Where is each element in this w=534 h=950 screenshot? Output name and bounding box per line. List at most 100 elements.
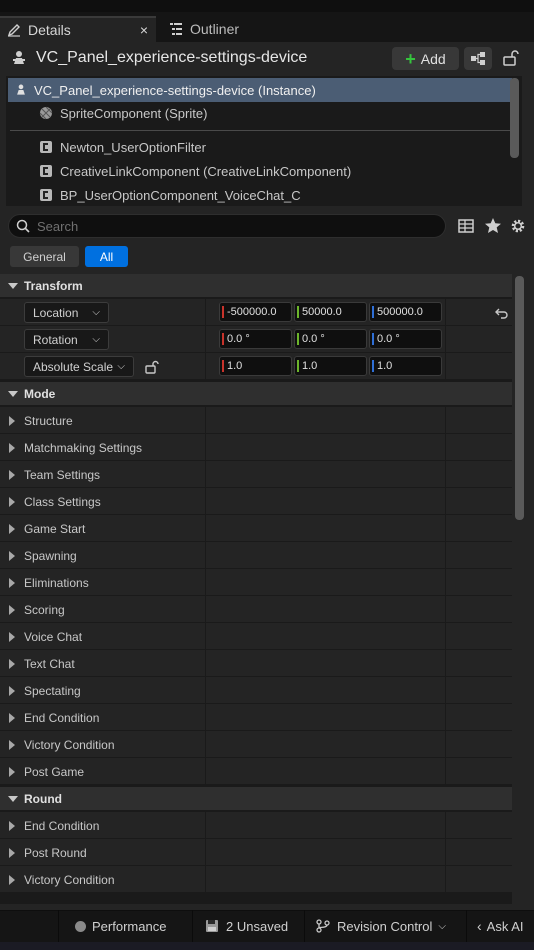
performance-button[interactable]: Performance xyxy=(58,910,180,942)
section-label: Text Chat xyxy=(24,657,75,671)
expand-arrow-icon xyxy=(8,391,18,397)
unlock-icon[interactable] xyxy=(144,359,160,375)
unsaved-button[interactable]: 2 Unsaved xyxy=(192,910,296,942)
section-row[interactable]: Game Start xyxy=(0,515,512,542)
section-row[interactable]: Structure xyxy=(0,407,512,434)
tree-item-creativelink[interactable]: CreativeLinkComponent (CreativeLinkCompo… xyxy=(6,159,510,183)
section-label: Matchmaking Settings xyxy=(24,441,143,455)
lock-icon[interactable] xyxy=(500,48,520,68)
section-label: Scoring xyxy=(24,603,65,617)
section-row[interactable]: Matchmaking Settings xyxy=(0,434,512,461)
section-row[interactable]: Scoring xyxy=(0,596,512,623)
tab-outliner[interactable]: Outliner xyxy=(162,16,282,42)
section-label: Victory Condition xyxy=(24,738,115,752)
section-row[interactable]: End Condition xyxy=(0,704,512,731)
section-row[interactable]: Victory Condition xyxy=(0,731,512,758)
category-label: Transform xyxy=(24,278,83,293)
section-row[interactable]: Team Settings xyxy=(0,461,512,488)
section-row[interactable]: Voice Chat xyxy=(0,623,512,650)
revision-control-label: Revision Control xyxy=(337,918,433,934)
expand-arrow-icon xyxy=(8,283,18,289)
bottom-strip xyxy=(0,942,534,950)
location-y-field[interactable]: 50000.0 xyxy=(294,302,367,322)
section-row[interactable]: Post Round xyxy=(0,839,512,866)
blueprint-button[interactable] xyxy=(464,47,492,70)
expand-arrow-icon xyxy=(9,497,15,507)
revision-control-button[interactable]: Revision Control ⌵ xyxy=(304,910,454,942)
hierarchy-icon xyxy=(471,52,485,65)
tab-details-label: Details xyxy=(28,22,71,38)
scale-z-field[interactable]: 1.0 xyxy=(369,356,442,376)
star-icon[interactable] xyxy=(483,216,503,236)
tree-item-sprite[interactable]: SpriteComponent (Sprite) xyxy=(6,101,510,125)
section-label: Class Settings xyxy=(24,495,101,509)
tree-item-voicechat[interactable]: BP_UserOptionComponent_VoiceChat_C xyxy=(6,183,510,206)
location-dropdown[interactable]: Location ⌵ xyxy=(24,302,109,323)
chevron-down-icon: ⌵ xyxy=(92,334,100,345)
table-view-icon[interactable] xyxy=(456,216,476,236)
tree-scrollbar[interactable] xyxy=(510,78,519,158)
expand-arrow-icon xyxy=(9,686,15,696)
rotation-label: Rotation xyxy=(33,332,78,347)
chevron-down-icon: ⌵ xyxy=(117,361,125,372)
tab-outliner-label: Outliner xyxy=(190,21,240,37)
section-row[interactable]: Victory Condition xyxy=(0,866,512,893)
category-label: Round xyxy=(24,791,62,806)
filter-general-button[interactable]: General xyxy=(10,246,79,267)
tab-details[interactable]: Details × xyxy=(0,16,156,42)
tree-item-filter[interactable]: Newton_UserOptionFilter xyxy=(6,135,510,159)
category-transform[interactable]: Transform xyxy=(0,274,512,298)
unsaved-label: 2 Unsaved xyxy=(226,918,289,934)
scale-x-field[interactable]: 1.0 xyxy=(219,356,292,376)
category-round[interactable]: Round xyxy=(0,787,512,811)
add-component-button[interactable]: + Add xyxy=(392,47,459,70)
ask-ai-button[interactable]: ‹ Ask AI xyxy=(466,910,534,942)
expand-arrow-icon xyxy=(9,578,15,588)
reset-icon[interactable] xyxy=(495,306,509,320)
filter-all-button[interactable]: All xyxy=(85,246,128,267)
expand-arrow-icon xyxy=(9,848,15,858)
component-icon xyxy=(38,187,54,203)
expand-arrow-icon xyxy=(9,605,15,615)
scale-y-field[interactable]: 1.0 xyxy=(294,356,367,376)
tree-item-label: VC_Panel_experience-settings-device (Ins… xyxy=(34,82,316,98)
section-row[interactable]: Text Chat xyxy=(0,650,512,677)
gear-icon[interactable] xyxy=(508,216,528,236)
scale-dropdown[interactable]: Absolute Scale ⌵ xyxy=(24,356,134,377)
category-mode[interactable]: Mode xyxy=(0,382,512,406)
location-x-field[interactable]: -500000.0 xyxy=(219,302,292,322)
section-row[interactable]: End Condition xyxy=(0,812,512,839)
properties-scrollbar[interactable] xyxy=(515,276,524,520)
rotation-y-field[interactable]: 0.0 ° xyxy=(294,329,367,349)
pencil-icon xyxy=(6,22,22,38)
list-icon xyxy=(168,21,184,37)
expand-arrow-icon xyxy=(9,632,15,642)
section-label: Victory Condition xyxy=(24,873,115,887)
rotation-dropdown[interactable]: Rotation ⌵ xyxy=(24,329,109,350)
section-row[interactable]: Post Game xyxy=(0,758,512,785)
branch-icon xyxy=(316,919,330,933)
section-label: Spawning xyxy=(24,549,77,563)
section-row[interactable]: Class Settings xyxy=(0,488,512,515)
search-input[interactable]: Search xyxy=(8,214,446,238)
location-z-field[interactable]: 500000.0 xyxy=(369,302,442,322)
top-strip xyxy=(0,0,534,12)
section-label: Game Start xyxy=(24,522,86,536)
expand-arrow-icon xyxy=(8,796,18,802)
section-label: Voice Chat xyxy=(24,630,83,644)
section-row[interactable]: Spawning xyxy=(0,542,512,569)
actor-icon xyxy=(10,49,28,67)
tree-item-instance[interactable]: VC_Panel_experience-settings-device (Ins… xyxy=(8,78,512,102)
close-icon[interactable]: × xyxy=(140,22,148,38)
section-row[interactable]: Eliminations xyxy=(0,569,512,596)
section-row[interactable]: Spectating xyxy=(0,677,512,704)
chevron-down-icon: ⌵ xyxy=(92,307,100,318)
expand-arrow-icon xyxy=(9,470,15,480)
search-icon xyxy=(16,219,30,233)
rotation-x-field[interactable]: 0.0 ° xyxy=(219,329,292,349)
section-label: Eliminations xyxy=(24,576,89,590)
location-label: Location xyxy=(33,305,79,320)
rotation-z-field[interactable]: 0.0 ° xyxy=(369,329,442,349)
tree-item-label: Newton_UserOptionFilter xyxy=(60,139,206,155)
section-label: Post Game xyxy=(24,765,85,779)
